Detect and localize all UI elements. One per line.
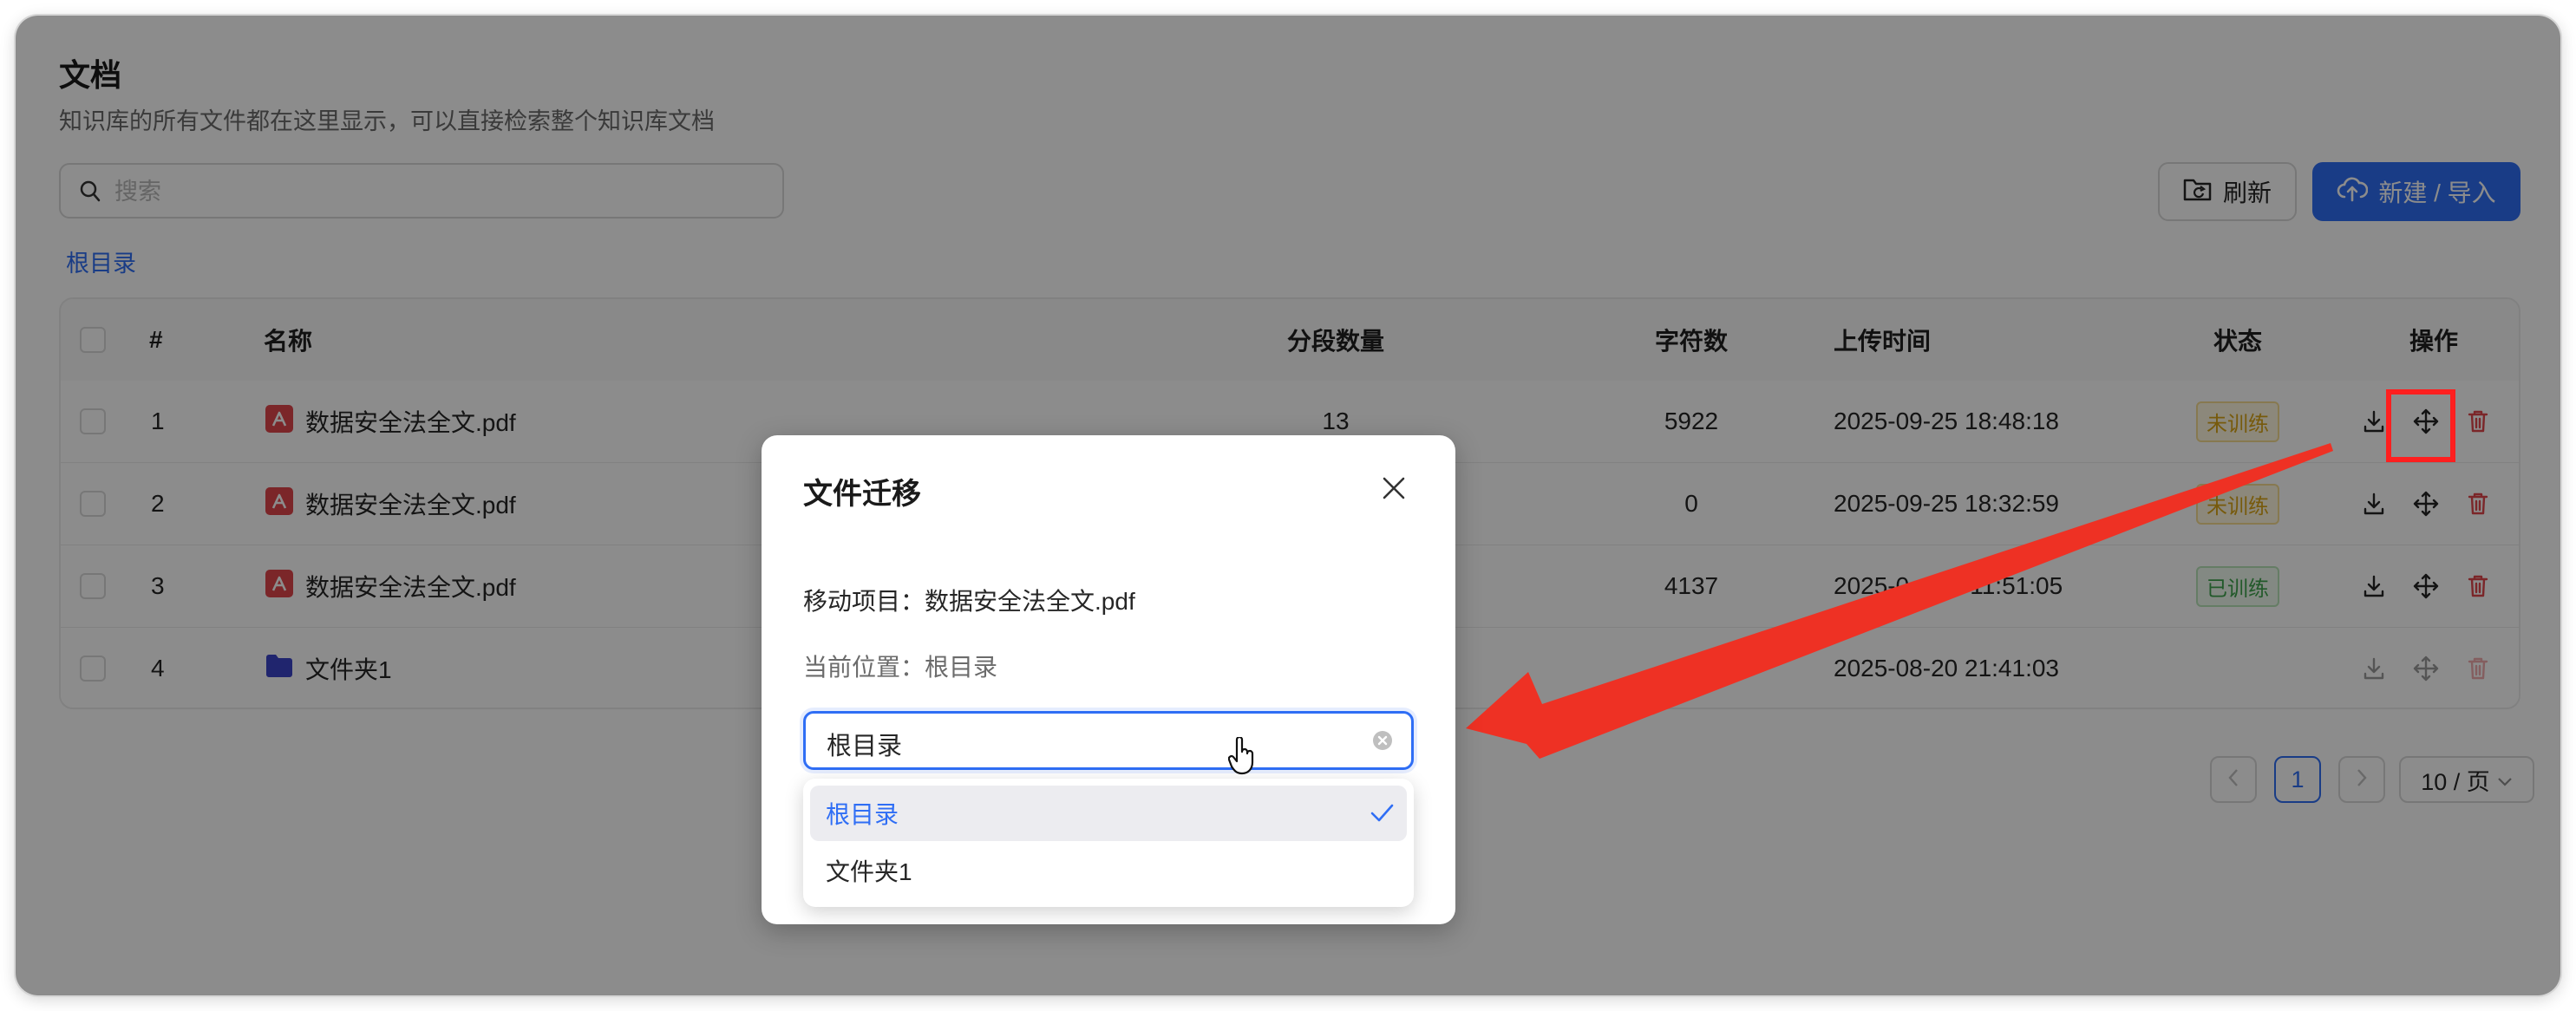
check-icon	[1369, 801, 1395, 830]
option-label: 根目录	[826, 801, 899, 828]
current-location-value: 根目录	[925, 654, 998, 681]
move-item-label: 移动项目：	[803, 588, 925, 615]
current-location-text: 当前位置：根目录	[803, 649, 997, 683]
folder-dropdown: 根目录 文件夹1	[803, 779, 1414, 907]
clear-icon[interactable]	[1371, 729, 1394, 756]
move-item-text: 移动项目：数据安全法全文.pdf	[803, 583, 1135, 617]
target-folder-select[interactable]: 根目录	[803, 711, 1414, 770]
dropdown-option-root[interactable]: 根目录	[810, 786, 1407, 841]
dialog-title: 文件迁移	[803, 478, 921, 511]
move-item-value: 数据安全法全文.pdf	[925, 588, 1135, 615]
current-location-label: 当前位置：	[803, 654, 925, 681]
dropdown-option-folder1[interactable]: 文件夹1	[810, 843, 1407, 898]
close-icon[interactable]	[1381, 475, 1407, 506]
select-value: 根目录	[827, 733, 903, 760]
hand-cursor-icon	[1227, 735, 1256, 779]
option-label: 文件夹1	[826, 858, 912, 885]
